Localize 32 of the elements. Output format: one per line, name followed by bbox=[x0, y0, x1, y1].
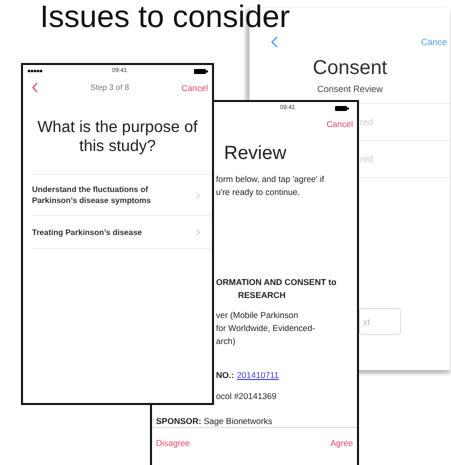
cancel-link[interactable]: Cancel bbox=[182, 82, 208, 92]
slide-title: Issues to consider bbox=[40, 0, 290, 34]
step-indicator: Step 3 of 8 bbox=[90, 83, 130, 92]
screen-subtitle: Consent Review bbox=[316, 84, 384, 94]
body-text: for Worldwide, Evidenced- bbox=[216, 322, 316, 335]
section-heading: RESEARCH bbox=[237, 289, 287, 302]
answer-option[interactable]: Understand the fluctuations of Parkinson’s disease symptoms bbox=[32, 175, 212, 216]
number-label: NO.: bbox=[216, 370, 234, 380]
back-icon[interactable] bbox=[32, 82, 38, 93]
battery-icon bbox=[335, 106, 349, 110]
cancel-link[interactable]: Cancel bbox=[326, 119, 353, 129]
intro-text: form below, and tap 'agree' if bbox=[216, 173, 326, 186]
body-text: arch) bbox=[216, 335, 236, 348]
section-heading: ORMATION AND CONSENT to bbox=[216, 276, 338, 289]
body-text: ver (Mobile Parkinson bbox=[216, 309, 300, 322]
number-link[interactable]: 201410711 bbox=[236, 370, 279, 380]
cancel-link[interactable]: Cance bbox=[420, 37, 447, 47]
screen-title: Consent bbox=[312, 57, 388, 80]
protocol-text: ocol #20141369 bbox=[216, 390, 278, 403]
chevron-icon bbox=[196, 228, 200, 236]
screen-title: Review bbox=[224, 143, 288, 165]
answer-option[interactable]: Treating Parkinson’s disease bbox=[32, 216, 212, 249]
intro-text: u're ready to continue. bbox=[216, 186, 301, 199]
disagree-button[interactable]: Disagree bbox=[156, 438, 190, 448]
battery-icon bbox=[194, 68, 208, 74]
agree-button[interactable]: Agree bbox=[330, 438, 353, 448]
back-icon[interactable] bbox=[271, 36, 278, 48]
action-button[interactable]: xt bbox=[359, 308, 401, 335]
signal-icon bbox=[27, 69, 45, 73]
chevron-icon bbox=[196, 192, 200, 198]
sponsor-text: SPONSOR: Sage Bionetworks bbox=[156, 416, 274, 427]
question-text: What is the purpose of this study? bbox=[37, 118, 198, 156]
